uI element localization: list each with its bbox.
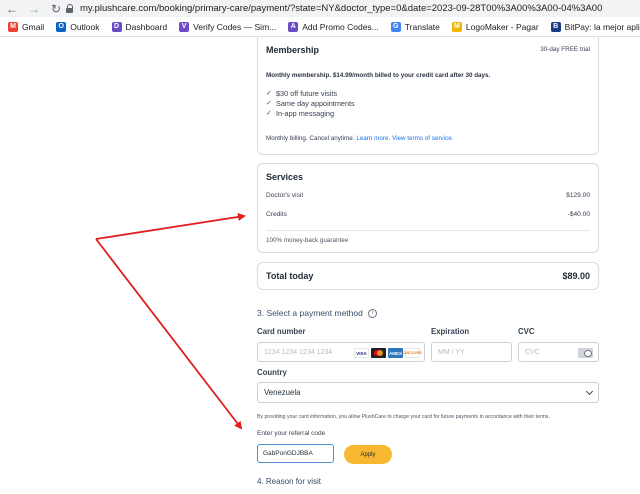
services-title: Services bbox=[266, 172, 304, 182]
amex-icon: AMEX bbox=[388, 348, 403, 358]
translate-icon: G bbox=[390, 21, 401, 32]
mastercard-icon bbox=[371, 348, 386, 358]
benefit-item: ✓ $30 off future visits bbox=[266, 89, 338, 98]
membership-benefits-list: ✓ $30 off future visits ✓ Same day appoint… bbox=[266, 89, 355, 119]
address-bar[interactable]: my.plushcare.com/booking/primary-care/pa… bbox=[66, 1, 602, 16]
membership-title: Membership bbox=[266, 45, 320, 55]
back-arrow-icon[interactable]: ← bbox=[4, 1, 20, 17]
services-card: Services Doctor's visit $129.00 Credits … bbox=[257, 163, 599, 253]
bookmark-item[interactable]: V Verify Codes — Sim... bbox=[179, 21, 276, 32]
card-brands: VISA AMEX DISCOVER bbox=[354, 348, 422, 358]
referral-code-input[interactable]: GabPonGDJBBA bbox=[257, 444, 334, 463]
cvc-card-icon bbox=[578, 348, 593, 358]
membership-description: Monthly membership. $14.99/month billed … bbox=[266, 72, 491, 79]
country-label: Country bbox=[257, 368, 287, 377]
benefit-item: ✓ Same day appointments bbox=[266, 99, 355, 108]
total-card: Total today $89.00 bbox=[257, 262, 599, 290]
info-icon[interactable]: i bbox=[367, 308, 377, 318]
terms-of-service-link[interactable]: View terms of service. bbox=[392, 135, 453, 142]
logomaker-icon: M bbox=[451, 21, 462, 32]
total-label: Total today bbox=[266, 271, 314, 281]
reload-icon[interactable]: ↻ bbox=[48, 1, 64, 17]
outlook-icon: O bbox=[56, 21, 67, 32]
expiration-input[interactable]: MM / YY bbox=[431, 342, 512, 362]
gmail-icon: M bbox=[8, 21, 18, 32]
service-row-doctor-visit: Doctor's visit $129.00 bbox=[266, 192, 590, 199]
membership-card: Membership 30-day FREE trial Monthly mem… bbox=[257, 37, 599, 155]
membership-billing-note: Monthly billing. Cancel anytime. Learn m… bbox=[266, 135, 454, 142]
dashboard-icon: D bbox=[111, 21, 122, 32]
visa-icon: VISA bbox=[354, 348, 369, 358]
apply-button[interactable]: Apply bbox=[344, 445, 392, 464]
checkout-page: Membership 30-day FREE trial Monthly mem… bbox=[0, 37, 640, 494]
referral-code-label: Enter your referral code bbox=[257, 430, 326, 437]
total-amount: $89.00 bbox=[562, 271, 590, 281]
url-text: my.plushcare.com/booking/primary-care/pa… bbox=[80, 3, 603, 14]
expiration-label: Expiration bbox=[431, 327, 470, 336]
bookmark-item[interactable]: G Translate bbox=[390, 21, 440, 32]
cvc-input[interactable]: CVC bbox=[518, 342, 599, 362]
country-select[interactable]: Venezuela bbox=[257, 382, 599, 403]
bookmark-item[interactable]: M LogoMaker - Pagar bbox=[451, 21, 539, 32]
promo-codes-icon: A bbox=[288, 21, 299, 32]
benefit-item: ✓ In-app messaging bbox=[266, 109, 335, 118]
card-number-input[interactable]: 1234 1234 1234 1234 VISA AMEX DISCOVER bbox=[257, 342, 425, 362]
card-number-label: Card number bbox=[257, 327, 306, 336]
check-icon: ✓ bbox=[266, 110, 272, 117]
payment-step-title: 3. Select a payment method i bbox=[257, 308, 377, 318]
chevron-down-icon bbox=[585, 387, 594, 396]
divider bbox=[266, 230, 590, 231]
service-row-credits: Credits -$40.00 bbox=[266, 211, 590, 218]
check-icon: ✓ bbox=[266, 100, 272, 107]
money-back-guarantee: 100% money-back guarantee bbox=[266, 237, 349, 244]
bookmarks-bar: M Gmail O Outlook D Dashboard V Verify Codes — … bbox=[0, 17, 640, 37]
bookmark-item[interactable]: M Gmail bbox=[8, 21, 44, 32]
bookmark-item[interactable]: A Add Promo Codes... bbox=[288, 21, 379, 32]
bookmark-item[interactable]: D Dashboard bbox=[111, 21, 167, 32]
membership-trial-label: 30-day FREE trial bbox=[540, 46, 590, 53]
check-icon: ✓ bbox=[266, 90, 272, 97]
lock-icon bbox=[66, 4, 74, 13]
reason-for-visit-step-title: 4. Reason for visit bbox=[257, 477, 322, 486]
verify-codes-icon: V bbox=[179, 21, 190, 32]
bookmark-item[interactable]: B BitPay: la mejor apli... bbox=[550, 21, 640, 32]
browser-toolbar: ← → ↻ my.plushcare.com/booking/primary-c… bbox=[0, 0, 640, 17]
discover-icon: DISCOVER bbox=[403, 348, 422, 358]
card-disclaimer: By providing your card information, you … bbox=[257, 414, 550, 420]
learn-more-link[interactable]: Learn more. bbox=[356, 135, 390, 142]
bookmark-item[interactable]: O Outlook bbox=[56, 21, 100, 32]
forward-arrow-icon[interactable]: → bbox=[26, 1, 42, 17]
cvc-label: CVC bbox=[518, 327, 535, 336]
bitpay-icon: B bbox=[550, 21, 561, 32]
